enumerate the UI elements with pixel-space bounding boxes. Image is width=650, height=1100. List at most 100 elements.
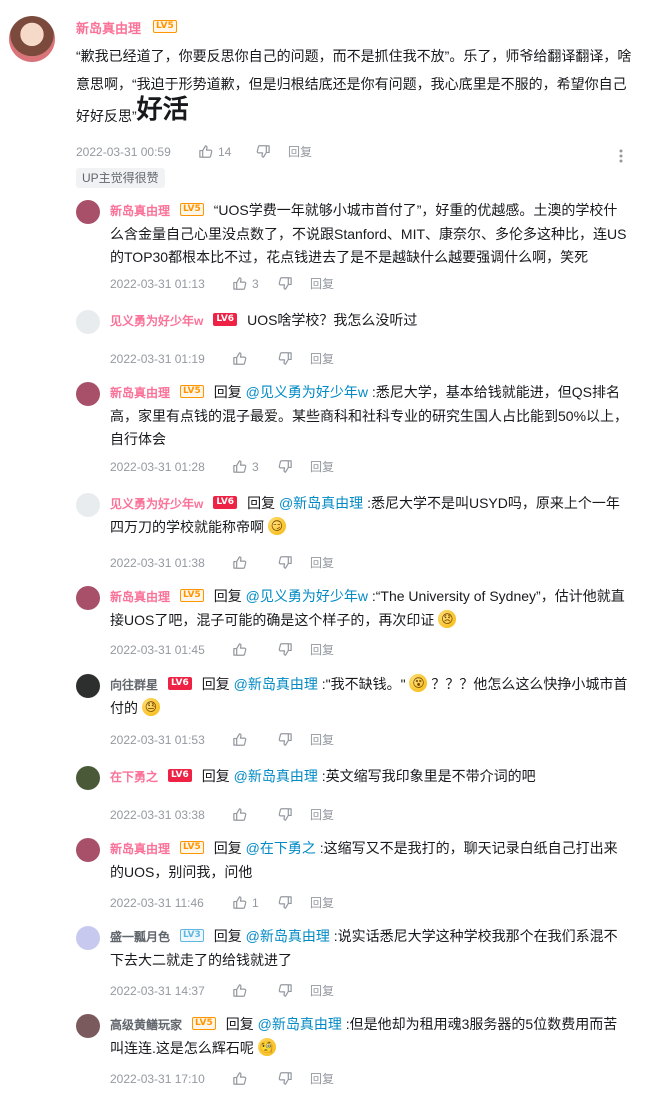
reply-button[interactable]: 回复 [310, 350, 334, 367]
like-button[interactable]: 3 [232, 459, 278, 474]
mention-link[interactable]: @新岛真由理 [258, 1016, 342, 1032]
reply-button[interactable]: 回复 [310, 731, 334, 748]
mention-link[interactable]: @见义勇为好少年w [246, 588, 368, 604]
dislike-button[interactable] [278, 895, 310, 910]
avatar[interactable] [76, 382, 100, 406]
like-count: 3 [252, 276, 259, 291]
reply-button[interactable]: 回复 [310, 1070, 334, 1087]
reply-content: 见义勇为好少年w LV6 UOS啥学校？我怎么没听过 [110, 309, 630, 333]
avatar[interactable] [76, 310, 100, 334]
reply-username[interactable]: 新岛真由理 [110, 590, 170, 604]
mention-link[interactable]: @新岛真由理 [234, 768, 318, 784]
mention-link[interactable]: @新岛真由理 [234, 676, 318, 692]
reply-text: :但是他却为租用魂3服务器的5位数费用而苦叫连连.这是怎么辉石呢 [110, 1016, 618, 1056]
avatar[interactable] [76, 926, 100, 950]
mention-link[interactable]: @新岛真由理 [246, 928, 330, 944]
like-button[interactable] [232, 555, 278, 570]
avatar[interactable] [9, 16, 55, 62]
avatar[interactable] [76, 493, 100, 517]
avatar[interactable] [76, 674, 100, 698]
reply-prefix: 回复 [225, 1016, 254, 1032]
thumb-down-icon [256, 145, 270, 158]
timestamp: 2022-03-31 01:28 [110, 459, 205, 474]
reply-username[interactable]: 在下勇之 [110, 770, 158, 784]
dislike-button[interactable] [278, 983, 310, 998]
reply-content: 新岛真由理 LV5 回复 @见义勇为好少年w :“The University of… [110, 585, 630, 632]
avatar[interactable] [76, 838, 100, 862]
like-button[interactable] [232, 1071, 278, 1086]
reply-username[interactable]: 向往群星 [110, 678, 158, 692]
reply-meta: 2022-03-31 01:19 回复 [110, 350, 334, 367]
reply-prefix: 回复 [213, 588, 242, 604]
reply-button[interactable]: 回复 [310, 458, 334, 475]
dislike-button[interactable] [278, 807, 310, 822]
timestamp: 2022-03-31 01:13 [110, 276, 205, 291]
thumb-down-icon [278, 808, 292, 821]
like-button[interactable]: 14 [198, 144, 256, 159]
like-button[interactable]: 3 [232, 276, 278, 291]
reply-prefix: 回复 [201, 768, 230, 784]
comment-username[interactable]: 新岛真由理 [76, 18, 141, 37]
thumb-up-icon [233, 896, 247, 909]
dislike-button[interactable] [278, 1071, 310, 1086]
reply-username[interactable]: 新岛真由理 [110, 842, 170, 856]
reply-text: :英文缩写我印象里是不带介词的吧 [321, 768, 536, 784]
reply-button[interactable]: 回复 [288, 143, 312, 160]
like-count: 1 [252, 895, 259, 910]
dislike-button[interactable] [278, 276, 310, 291]
reply-button[interactable]: 回复 [310, 982, 334, 999]
reply-button[interactable]: 回复 [310, 894, 334, 911]
reply-username[interactable]: 见义勇为好少年w [110, 497, 203, 511]
like-button[interactable] [232, 351, 278, 366]
reply-button[interactable]: 回复 [310, 806, 334, 823]
dislike-button[interactable] [278, 351, 310, 366]
mention-link[interactable]: @见义勇为好少年w [246, 384, 368, 400]
dislike-button[interactable] [278, 642, 310, 657]
thumb-down-icon [278, 643, 292, 656]
reply-content: 新岛真由理 LV5 “UOS学费一年就够小城市首付了”，好重的优越感。土澳的学校什么… [110, 199, 630, 269]
comment-meta: 2022-03-31 00:59 14 回复 [76, 143, 312, 160]
emoji-icon: 😏 [267, 517, 286, 536]
thumb-up-icon [233, 277, 247, 290]
reply-button[interactable]: 回复 [310, 275, 334, 292]
dislike-button[interactable] [278, 459, 310, 474]
reply-username[interactable]: 见义勇为好少年w [110, 314, 203, 328]
reply-username[interactable]: 新岛真由理 [110, 386, 170, 400]
timestamp: 2022-03-31 01:45 [110, 642, 205, 657]
reply-button[interactable]: 回复 [310, 554, 334, 571]
reply-text: UOS啥学校？我怎么没听过 [247, 312, 418, 328]
mention-link[interactable]: @新岛真由理 [279, 495, 363, 511]
level-badge: LV6 [168, 676, 192, 690]
reply-prefix: 回复 [213, 928, 242, 944]
like-button[interactable] [232, 732, 278, 747]
reply-username[interactable]: 新岛真由理 [110, 204, 170, 218]
reply-meta: 2022-03-31 01:38 回复 [110, 554, 334, 571]
reply-meta: 2022-03-31 03:38 回复 [110, 806, 334, 823]
avatar[interactable] [76, 766, 100, 790]
thumb-up-icon [233, 733, 247, 746]
avatar[interactable] [76, 1014, 100, 1038]
reply-prefix: 回复 [213, 384, 242, 400]
reply-prefix: 回复 [213, 840, 242, 856]
like-button[interactable] [232, 807, 278, 822]
comment-big-text: 好活 [136, 94, 189, 124]
like-button[interactable] [232, 983, 278, 998]
avatar[interactable] [76, 586, 100, 610]
more-vertical-icon[interactable] [614, 148, 628, 164]
dislike-button[interactable] [256, 144, 288, 159]
emoji-icon: 😵 [409, 674, 428, 693]
like-button[interactable] [232, 642, 278, 657]
reply-meta: 2022-03-31 01:28 3 回复 [110, 458, 334, 475]
like-button[interactable]: 1 [232, 895, 278, 910]
dislike-button[interactable] [278, 732, 310, 747]
level-badge: LV5 [180, 384, 204, 398]
reply-username[interactable]: 高级黄鳝玩家 [110, 1018, 182, 1032]
reply-content: 新岛真由理 LV5 回复 @在下勇之 :这缩写又不是我打的，聊天记录白纸自己打出来的… [110, 837, 630, 884]
dislike-button[interactable] [278, 555, 310, 570]
reply-meta: 2022-03-31 01:13 3 回复 [110, 275, 334, 292]
reply-username[interactable]: 盛一瓢月色 [110, 930, 170, 944]
mention-link[interactable]: @在下勇之 [246, 840, 316, 856]
reply-button[interactable]: 回复 [310, 641, 334, 658]
timestamp: 2022-03-31 03:38 [110, 807, 205, 822]
avatar[interactable] [76, 200, 100, 224]
